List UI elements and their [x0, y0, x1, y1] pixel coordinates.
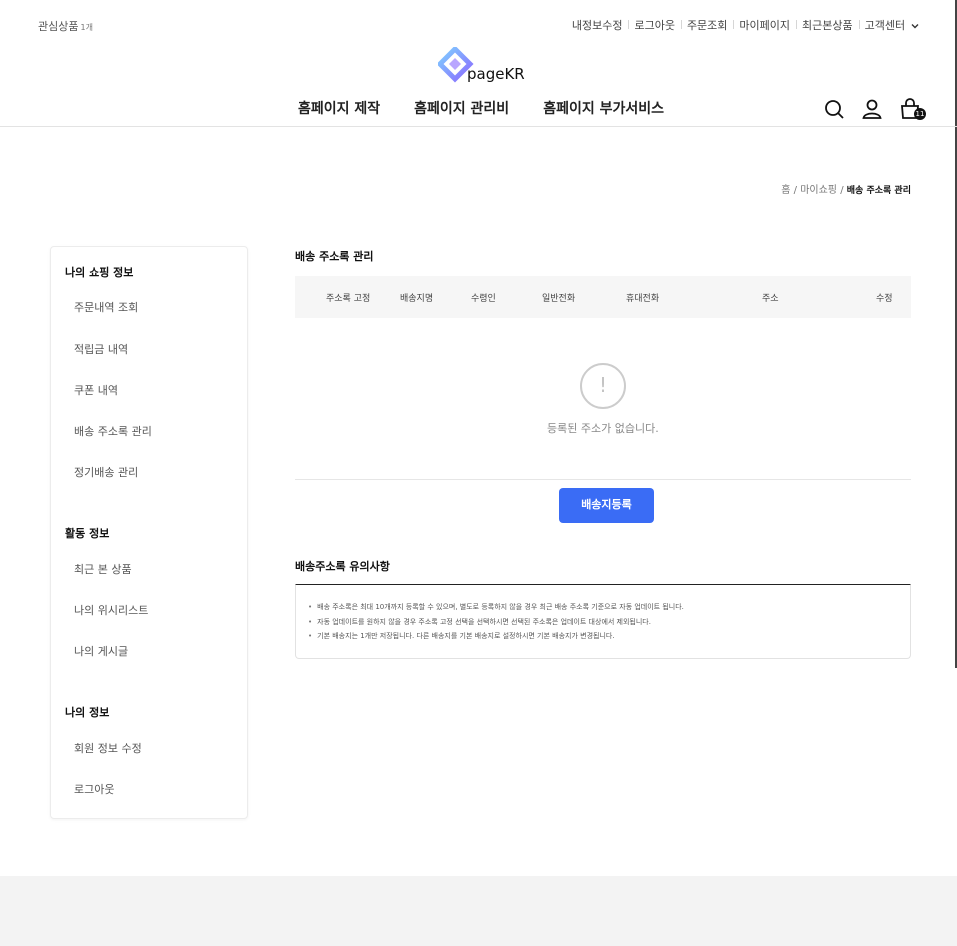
- breadcrumb: 홈 / 마이쇼핑 / 배송 주소록 관리: [781, 181, 911, 196]
- utility-links: 내정보수정 로그아웃 주문조회 마이페이지 최근본상품 고객센터: [566, 17, 925, 33]
- edit-profile-link[interactable]: 내정보수정: [566, 17, 629, 33]
- notice-box: 배송 주소록은 최대 10개까지 등록할 수 있으며, 별도로 등록하지 않을 …: [295, 584, 911, 659]
- nav-item-homepage-build[interactable]: 홈페이지 제작: [298, 98, 380, 118]
- notice-title: 배송주소록 유의사항: [295, 560, 390, 573]
- mypage-sidebar: 나의 쇼핑 정보 주문내역 조회 적립금 내역 쿠폰 내역 배송 주소록 관리 …: [50, 246, 248, 819]
- breadcrumb-parent[interactable]: 마이쇼핑: [800, 185, 837, 196]
- user-icon[interactable]: [861, 98, 883, 120]
- sidebar-section-title: 나의 쇼핑 정보: [65, 266, 134, 279]
- wishlist-label: 관심상품: [38, 20, 79, 33]
- column-header-edit: 수정: [876, 294, 893, 304]
- order-lookup-link[interactable]: 주문조회: [680, 17, 733, 33]
- notice-list: 배송 주소록은 최대 10개까지 등록할 수 있으며, 별도로 등록하지 않을 …: [308, 600, 684, 644]
- exclamation-icon: !: [580, 363, 626, 409]
- cart-count-badge: 11: [914, 108, 926, 120]
- sidebar-section-title: 활동 정보: [65, 527, 110, 540]
- sidebar-item-order-history[interactable]: 주문내역 조회: [74, 299, 138, 315]
- add-address-button[interactable]: 배송지등록: [559, 488, 654, 523]
- nav-item-homepage-maintenance[interactable]: 홈페이지 관리비: [414, 98, 509, 118]
- breadcrumb-separator: /: [840, 185, 844, 196]
- sidebar-item-points[interactable]: 적립금 내역: [74, 341, 128, 357]
- column-header-recipient: 수령인: [471, 294, 496, 304]
- wishlist-count: 1개: [80, 23, 93, 32]
- column-header-address-name: 배송지명: [400, 294, 434, 304]
- column-header-pin: 주소록 고정: [326, 294, 371, 304]
- notice-item: 자동 업데이트를 원하지 않을 경우 주소록 고정 선택을 선택하시면 선택된 …: [308, 615, 684, 630]
- breadcrumb-home[interactable]: 홈: [781, 185, 790, 196]
- empty-state-message: 등록된 주소가 없습니다.: [547, 422, 659, 435]
- cart-icon[interactable]: 11: [899, 98, 926, 120]
- logo-text: pageKR: [467, 65, 525, 83]
- notice-item: 배송 주소록은 최대 10개까지 등록할 수 있으며, 별도로 등록하지 않을 …: [308, 600, 684, 615]
- page-title: 배송 주소록 관리: [295, 250, 374, 263]
- breadcrumb-current: 배송 주소록 관리: [846, 186, 911, 196]
- footer: [0, 876, 957, 946]
- search-icon[interactable]: [823, 98, 845, 120]
- customer-center-label: 고객센터: [864, 19, 906, 32]
- column-header-address: 주소: [762, 294, 779, 304]
- top-utility-bar: 관심상품 1개 내정보수정 로그아웃 주문조회 마이페이지 최근본상품 고객센터: [0, 0, 957, 50]
- table-divider: [295, 479, 911, 480]
- sidebar-item-recent-products[interactable]: 최근 본 상품: [74, 561, 132, 577]
- main-navigation: 홈페이지 제작 홈페이지 관리비 홈페이지 부가서비스: [298, 98, 664, 118]
- mypage-link[interactable]: 마이페이지: [733, 17, 796, 33]
- sidebar-item-logout[interactable]: 로그아웃: [74, 781, 114, 797]
- recent-products-link[interactable]: 최근본상품: [796, 17, 859, 33]
- sidebar-item-wishlist[interactable]: 나의 위시리스트: [74, 602, 148, 618]
- header-divider: [0, 126, 957, 127]
- breadcrumb-separator: /: [793, 185, 798, 196]
- sidebar-item-address-book[interactable]: 배송 주소록 관리: [74, 423, 152, 439]
- chevron-down-icon: [908, 22, 919, 32]
- header-icons: 11: [823, 98, 926, 120]
- site-logo[interactable]: pageKR: [438, 47, 528, 87]
- sidebar-item-coupons[interactable]: 쿠폰 내역: [74, 382, 118, 398]
- notice-item: 기본 배송지는 1개만 저장됩니다. 다른 배송지를 기본 배송지로 설정하시면…: [308, 629, 684, 644]
- address-table-header: 주소록 고정 배송지명 수령인 일반전화 휴대전화 주소 수정: [295, 276, 911, 318]
- sidebar-item-my-posts[interactable]: 나의 게시글: [74, 643, 128, 659]
- customer-center-link[interactable]: 고객센터: [858, 17, 925, 33]
- column-header-phone: 일반전화: [542, 294, 576, 304]
- sidebar-section-title: 나의 정보: [65, 706, 110, 719]
- sidebar-item-edit-member[interactable]: 회원 정보 수정: [74, 740, 142, 756]
- sidebar-item-regular-delivery[interactable]: 정기배송 관리: [74, 464, 138, 480]
- column-header-mobile: 휴대전화: [626, 294, 660, 304]
- nav-item-homepage-addons[interactable]: 홈페이지 부가서비스: [543, 98, 664, 118]
- wishlist-link[interactable]: 관심상품 1개: [38, 18, 93, 34]
- logout-link[interactable]: 로그아웃: [628, 17, 680, 33]
